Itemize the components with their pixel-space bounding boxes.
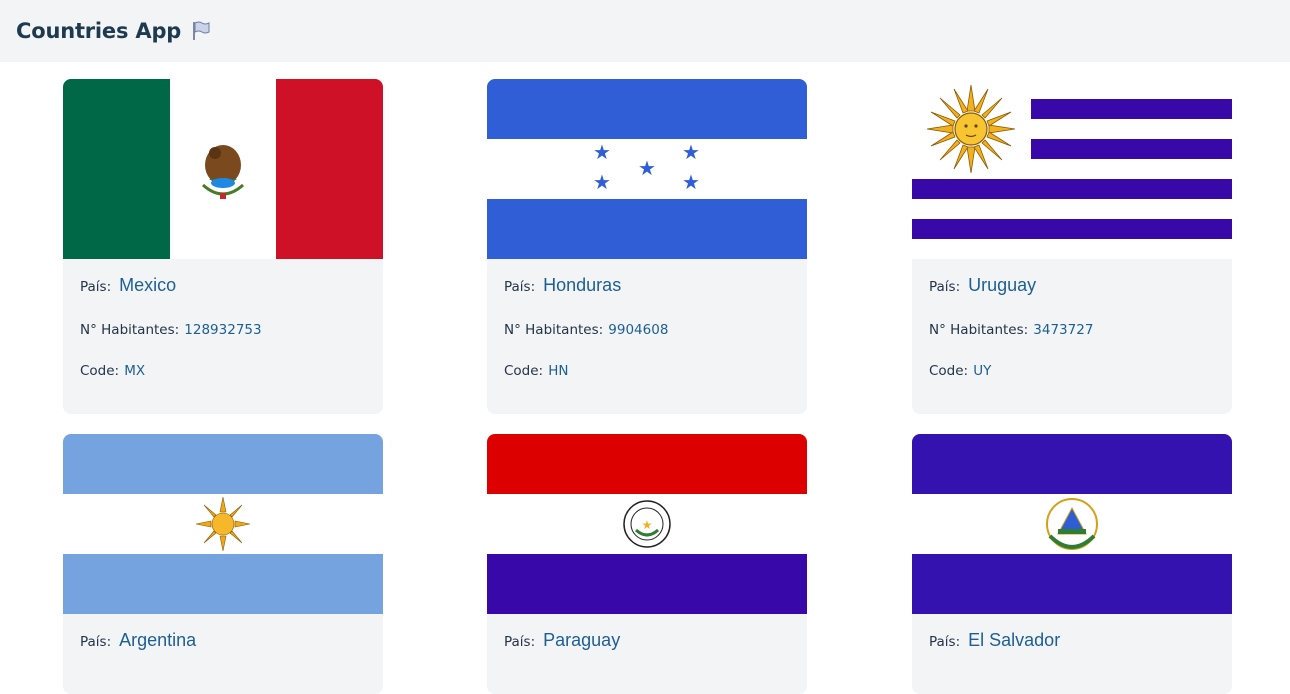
flag-mexico [63, 79, 383, 259]
country-card[interactable]: País: Uruguay N° Habitantes: 3473727 Cod… [912, 79, 1232, 414]
flag-icon [193, 21, 210, 40]
country-name-row: País: Paraguay [504, 630, 620, 651]
country-label: País: [929, 279, 961, 295]
country-name: El Salvador [968, 630, 1061, 650]
svg-text:★: ★ [593, 140, 611, 164]
country-name-row: País: Uruguay [929, 275, 1036, 296]
code-value: HN [548, 363, 569, 379]
country-name: Paraguay [543, 630, 621, 650]
flag-argentina [63, 434, 383, 614]
country-name-row: País: Argentina [80, 630, 196, 651]
code-row: Code: UY [929, 360, 991, 379]
brand[interactable]: Countries App [16, 16, 213, 46]
code-value: MX [124, 363, 146, 379]
code-label: Code: [929, 363, 969, 379]
country-name-row: País: Honduras [504, 275, 621, 296]
flag-el-salvador [912, 434, 1232, 614]
population-value: 3473727 [1033, 322, 1094, 338]
code-label: Code: [80, 363, 120, 379]
country-label: País: [929, 634, 961, 650]
flag-paraguay: ★ [487, 434, 807, 614]
app-title: Countries App [16, 19, 182, 43]
country-label: País: [80, 634, 112, 650]
country-card[interactable]: País: Mexico N° Habitantes: 128932753 Co… [63, 79, 383, 414]
country-card[interactable]: ★ ★ ★ ★ ★ País: Honduras N° Habitantes: … [487, 79, 807, 414]
flag-honduras: ★ ★ ★ ★ ★ [487, 79, 807, 259]
svg-text:★: ★ [682, 140, 700, 164]
code-value: UY [973, 363, 992, 379]
population-row: N° Habitantes: 9904608 [504, 319, 668, 338]
code-label: Code: [504, 363, 544, 379]
country-card[interactable]: ★ País: Paraguay [487, 434, 807, 694]
country-label: País: [80, 279, 112, 295]
country-name: Argentina [119, 630, 197, 650]
country-name: Uruguay [968, 275, 1037, 295]
population-label: N° Habitantes: [80, 322, 180, 338]
country-name-row: País: El Salvador [929, 630, 1060, 651]
country-name-row: País: Mexico [80, 275, 176, 296]
population-label: N° Habitantes: [504, 322, 604, 338]
population-row: N° Habitantes: 3473727 [929, 319, 1093, 338]
population-value: 9904608 [608, 322, 669, 338]
country-card[interactable]: País: El Salvador [912, 434, 1232, 694]
country-label: País: [504, 634, 536, 650]
code-row: Code: MX [80, 360, 145, 379]
svg-text:★: ★ [593, 170, 611, 194]
svg-text:★: ★ [638, 156, 656, 180]
population-row: N° Habitantes: 128932753 [80, 319, 262, 338]
flag-uruguay [912, 79, 1232, 259]
code-row: Code: HN [504, 360, 568, 379]
country-name: Honduras [543, 275, 622, 295]
country-card[interactable]: País: Argentina [63, 434, 383, 694]
population-value: 128932753 [184, 322, 262, 338]
population-label: N° Habitantes: [929, 322, 1029, 338]
country-label: País: [504, 279, 536, 295]
country-name: Mexico [119, 275, 177, 295]
navbar: Countries App [0, 0, 1290, 62]
svg-text:★: ★ [682, 170, 700, 194]
svg-text:★: ★ [642, 518, 653, 532]
